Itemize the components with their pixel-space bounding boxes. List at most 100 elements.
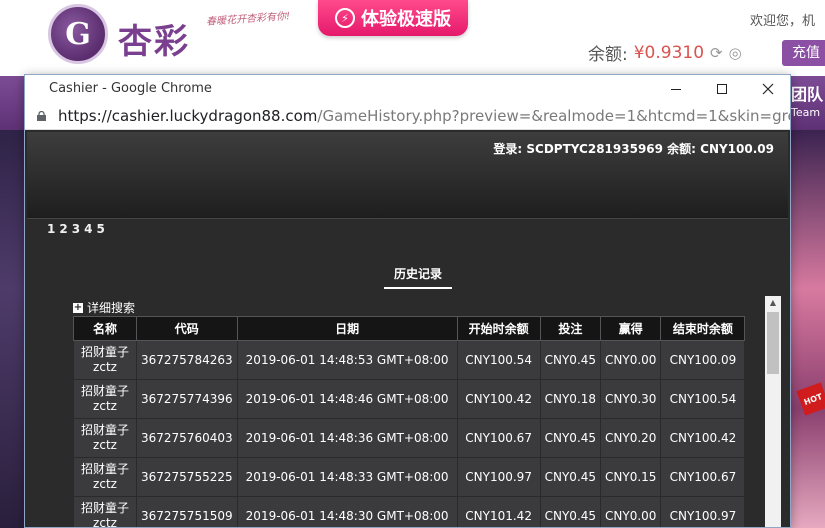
balance-value: ¥0.9310 [633, 42, 705, 63]
topup-button[interactable]: 充值 [782, 40, 825, 66]
site-logo[interactable]: G [48, 4, 108, 64]
col-end-balance: 结束时余额 [660, 316, 746, 341]
table-row: 招财童子 zctz 367275760403 2019-06-01 14:48:36… [73, 418, 746, 458]
history-body: 招财童子 zctz 367275784263 2019-06-01 14:48:53… [73, 340, 746, 527]
logo-g-icon: G [65, 16, 91, 52]
speed-icon: ⚡ [335, 8, 355, 28]
url-host: https://cashier.luckydragon88.com [58, 107, 318, 125]
table-row: 招财童子 zctz 367275784263 2019-06-01 14:48:53… [73, 340, 746, 380]
cell-win: CNY0.20 [600, 418, 662, 458]
brand-name: 杏彩 [118, 22, 190, 62]
cell-date: 2019-06-01 14:48:53 GMT+08:00 [236, 340, 458, 380]
col-win: 赢得 [600, 316, 662, 341]
hide-balance-icon[interactable]: ◎ [729, 44, 742, 62]
game-history-page: 登录: SCDPTYC281935969 余额: CNY100.09 1 2 3… [25, 130, 790, 527]
cell-name: 招财童子 zctz [73, 496, 137, 527]
cell-start-balance: CNY100.42 [456, 379, 541, 419]
cell-end-balance: CNY100.67 [660, 457, 746, 497]
cell-bet: CNY0.45 [539, 340, 602, 380]
cell-date: 2019-06-01 14:48:36 GMT+08:00 [236, 418, 458, 458]
cell-start-balance: CNY100.97 [456, 457, 541, 497]
cell-name: 招财童子 zctz [73, 457, 137, 497]
cell-bet: CNY0.18 [539, 379, 602, 419]
login-info: 登录: SCDPTYC281935969 余额: CNY100.09 [493, 142, 774, 156]
cell-win: CNY0.15 [600, 457, 662, 497]
history-title: 历史记录 [384, 265, 452, 289]
cell-win: CNY0.00 [600, 496, 662, 527]
minimize-icon [671, 88, 681, 90]
balance-label: 余额: [588, 45, 628, 65]
maximize-button[interactable] [699, 75, 745, 103]
col-code: 代码 [136, 316, 238, 341]
speed-version-label: 体验极速版 [361, 9, 451, 30]
cell-bet: CNY0.45 [539, 457, 602, 497]
cell-bet: CNY0.45 [539, 418, 602, 458]
nav-team-label: 团队 [791, 85, 824, 104]
address-bar[interactable]: https://cashier.luckydragon88.com/GameHi… [25, 103, 790, 130]
cell-code: 367275774396 [136, 379, 238, 419]
cell-code: 367275760403 [136, 418, 238, 458]
advanced-search-label: 详细搜索 [87, 301, 136, 315]
cell-bet: CNY0.45 [539, 496, 602, 527]
close-icon [762, 83, 774, 95]
cell-code: 367275751509 [136, 496, 238, 527]
speed-version-button[interactable]: ⚡ 体验极速版 [318, 0, 468, 36]
cell-win: CNY0.30 [600, 379, 662, 419]
maximize-icon [717, 84, 727, 94]
cell-start-balance: CNY100.67 [456, 418, 541, 458]
cell-start-balance: CNY100.54 [456, 340, 541, 380]
site-header: G 杏彩 春暖花开杏彩有你! ⚡ 体验极速版 欢迎您，机 余额: ¥0.9310… [0, 0, 825, 76]
scrollbar[interactable]: ▲ [765, 296, 781, 527]
page-link-5[interactable]: 5 [96, 222, 104, 236]
cell-end-balance: CNY100.54 [660, 379, 746, 419]
window-title: Cashier - Google Chrome [49, 81, 212, 96]
history-table: 名称 代码 日期 开始时余额 投注 赢得 结束时余额 招财童子 zctz 3672… [73, 316, 746, 527]
cell-name: 招财童子 zctz [73, 379, 137, 419]
plus-icon: + [73, 301, 83, 313]
col-date: 日期 [236, 316, 458, 341]
page-link-2[interactable]: 2 [59, 222, 67, 236]
page-link-4[interactable]: 4 [84, 222, 92, 236]
close-button[interactable] [745, 75, 790, 103]
page-link-1[interactable]: 1 [47, 222, 55, 236]
refresh-icon[interactable]: ⟳ [710, 44, 723, 62]
url-path: /GameHistory.php?preview=&realmode=1&htc… [317, 107, 790, 125]
page-link-3[interactable]: 3 [72, 222, 80, 236]
cell-win: CNY0.00 [600, 340, 662, 380]
cell-date: 2019-06-01 14:48:30 GMT+08:00 [236, 496, 458, 527]
col-bet: 投注 [539, 316, 602, 341]
scroll-thumb[interactable] [767, 312, 779, 374]
cashier-window: Cashier - Google Chrome https://cashier.… [24, 74, 791, 528]
page-header: 登录: SCDPTYC281935969 余额: CNY100.09 [27, 132, 788, 219]
table-row: 招财童子 zctz 367275755225 2019-06-01 14:48:33… [73, 457, 746, 497]
table-header-row: 名称 代码 日期 开始时余额 投注 赢得 结束时余额 [73, 316, 746, 341]
window-titlebar[interactable]: Cashier - Google Chrome [25, 75, 790, 103]
table-row: 招财童子 zctz 367275751509 2019-06-01 14:48:30… [73, 496, 746, 527]
cell-end-balance: CNY100.09 [660, 340, 746, 380]
cell-start-balance: CNY101.42 [456, 496, 541, 527]
url-text[interactable]: https://cashier.luckydragon88.com/GameHi… [58, 107, 790, 125]
minimize-button[interactable] [653, 75, 699, 103]
advanced-search-toggle[interactable]: + 详细搜索 [73, 299, 135, 316]
right-banner [791, 130, 825, 528]
pagination: 1 2 3 4 5 [47, 222, 105, 236]
cell-code: 367275784263 [136, 340, 238, 380]
cell-name: 招财童子 zctz [73, 418, 137, 458]
cell-name: 招财童子 zctz [73, 340, 137, 380]
balance-row: 余额: ¥0.9310 ⟳ ◎ [588, 40, 742, 66]
welcome-text: 欢迎您，机 [750, 14, 816, 29]
nav-team-sub: Team [791, 106, 821, 119]
table-row: 招财童子 zctz 367275774396 2019-06-01 14:48:46… [73, 379, 746, 419]
nav-item-team[interactable]: 团队 Team [791, 86, 823, 122]
cell-date: 2019-06-01 14:48:33 GMT+08:00 [236, 457, 458, 497]
lock-icon [37, 111, 46, 121]
cell-end-balance: CNY100.97 [660, 496, 746, 527]
brand-slogan: 春暖花开杏彩有你! [205, 11, 291, 28]
col-start-balance: 开始时余额 [456, 316, 541, 341]
cell-end-balance: CNY100.42 [660, 418, 746, 458]
scroll-up-icon[interactable]: ▲ [765, 296, 781, 310]
cell-date: 2019-06-01 14:48:46 GMT+08:00 [236, 379, 458, 419]
col-name: 名称 [73, 316, 137, 341]
cell-code: 367275755225 [136, 457, 238, 497]
left-banner [0, 130, 26, 528]
